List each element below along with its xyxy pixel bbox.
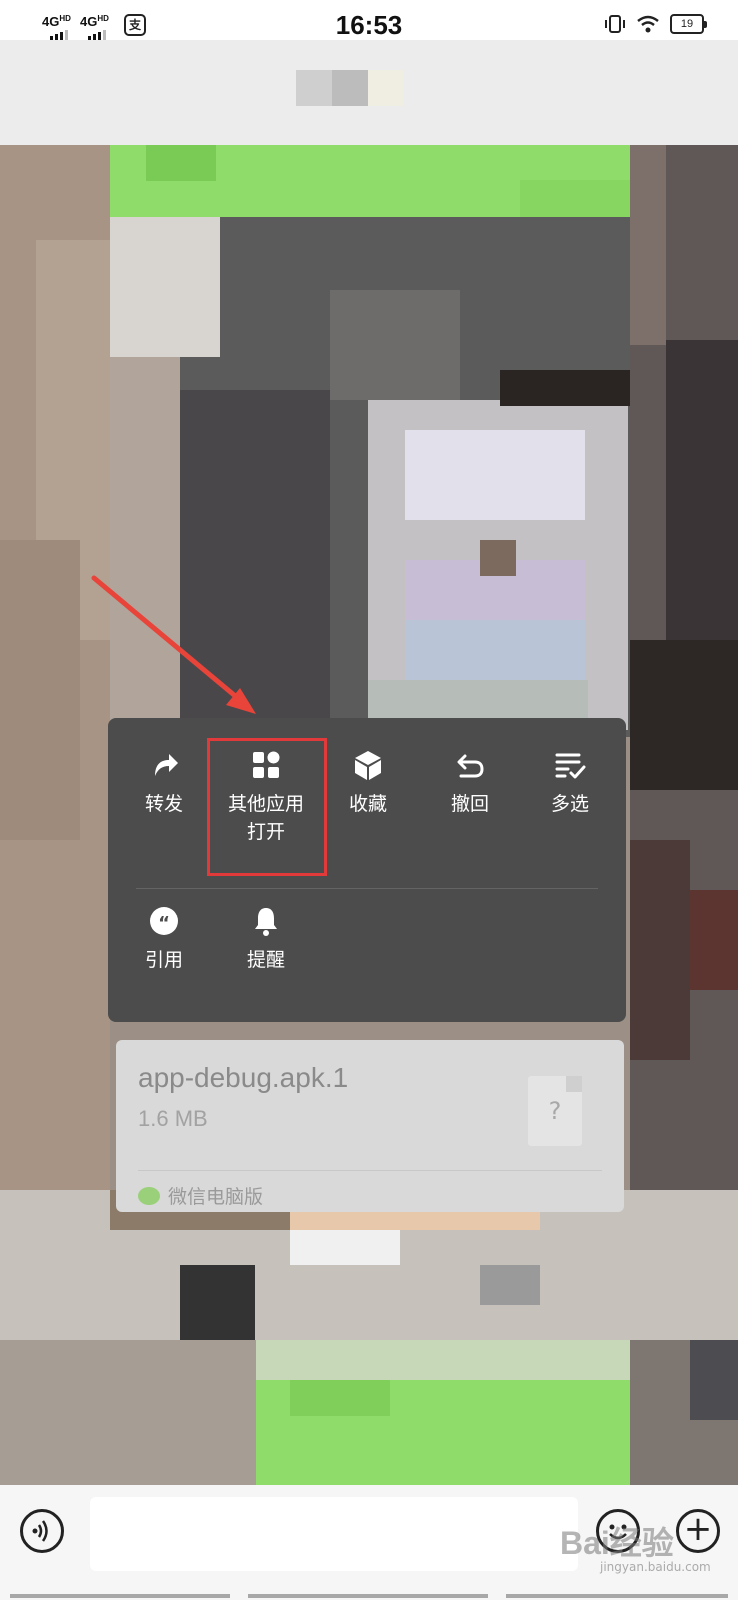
- cube-icon: [355, 751, 381, 780]
- menu-item-quote[interactable]: “ 引用: [112, 904, 216, 974]
- file-message-card[interactable]: app-debug.apk.1 1.6 MB ? 微信电脑版: [116, 1040, 624, 1212]
- wechat-icon: [138, 1186, 160, 1205]
- baidu-jingyan-watermark: Bai经验: [560, 1525, 674, 1561]
- multi-select-icon: [555, 753, 586, 779]
- menu-label-multi-select: 多选: [550, 793, 589, 815]
- baidu-jingyan-watermark-url: jingyan.baidu.com: [600, 1560, 711, 1574]
- vibrate-icon: [605, 15, 625, 33]
- quote-icon: “: [150, 907, 178, 935]
- menu-divider: [136, 888, 598, 889]
- menu-label-favorite: 收藏: [348, 793, 387, 815]
- grid-apps-icon: [253, 751, 280, 778]
- bell-icon: [255, 908, 277, 936]
- voice-input-button[interactable]: [20, 1509, 64, 1553]
- undo-icon: [457, 754, 484, 778]
- status-bar: 4GHD 4GHD 支 16:53 19: [0, 0, 738, 40]
- svg-text:“: “: [158, 913, 170, 934]
- more-plus-button[interactable]: +: [676, 1509, 720, 1553]
- unknown-file-icon: ?: [528, 1076, 582, 1146]
- plus-icon: +: [683, 1509, 713, 1549]
- home-indicator: [0, 1594, 738, 1600]
- status-right: 19: [604, 14, 707, 34]
- file-source-label: 微信电脑版: [168, 1186, 264, 1208]
- menu-label-recall: 撤回: [450, 793, 489, 815]
- menu-item-favorite[interactable]: 收藏: [316, 748, 420, 818]
- menu-item-forward[interactable]: 转发: [112, 748, 216, 818]
- menu-label-remind: 提醒: [246, 949, 285, 971]
- menu-label-open-in-other-app: 其他应用 打开: [227, 793, 304, 843]
- menu-item-remind[interactable]: 提醒: [214, 904, 318, 974]
- menu-item-multi-select[interactable]: 多选: [518, 748, 622, 818]
- message-context-menu: 转发 其他应用 打开 收藏 撤回 多选 “ 引用 提醒: [108, 718, 626, 1022]
- menu-item-open-in-other-app[interactable]: 其他应用 打开: [214, 748, 318, 846]
- file-size: 1.6 MB: [138, 1106, 208, 1131]
- message-input[interactable]: [90, 1497, 578, 1571]
- battery-icon: 19: [670, 14, 707, 34]
- menu-item-recall[interactable]: 撤回: [418, 748, 522, 818]
- voice-icon: [32, 1520, 48, 1542]
- file-source: 微信电脑版: [138, 1182, 263, 1209]
- file-name: app-debug.apk.1: [138, 1062, 349, 1093]
- file-card-divider: [138, 1170, 602, 1171]
- menu-label-forward: 转发: [144, 793, 183, 815]
- menu-label-quote: 引用: [144, 949, 183, 971]
- forward-icon: [155, 754, 178, 776]
- wifi-icon: [637, 15, 659, 33]
